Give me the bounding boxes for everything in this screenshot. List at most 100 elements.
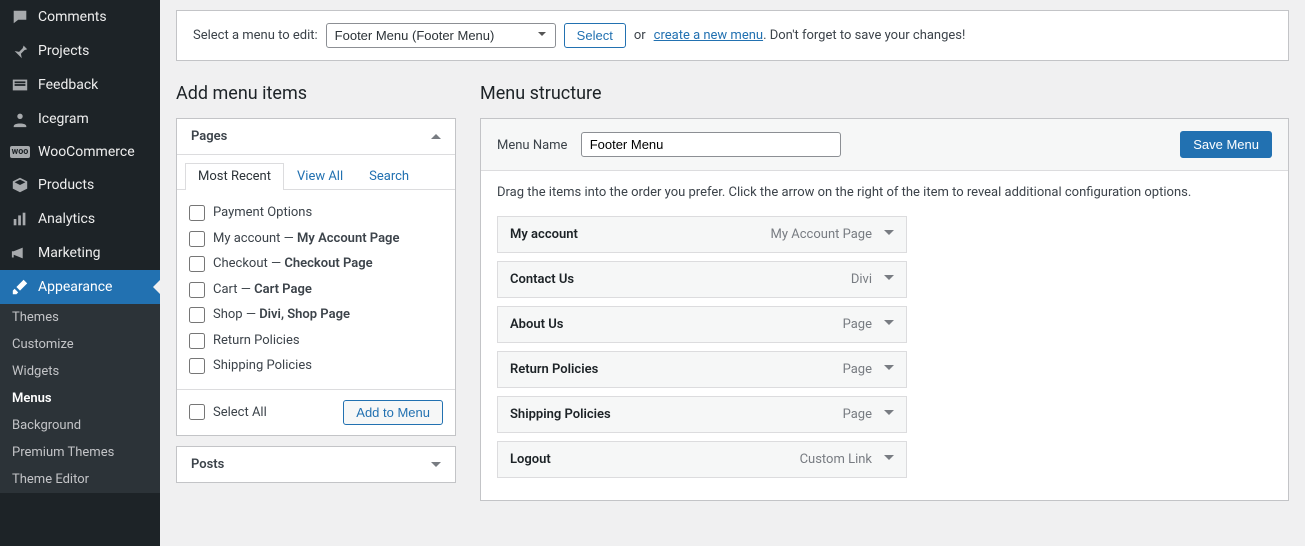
- menu-item-title: About Us: [510, 317, 563, 332]
- comment-icon: [10, 8, 30, 26]
- menu-item-type: Divi: [851, 272, 872, 287]
- sidebar-item-appearance[interactable]: Appearance: [0, 270, 160, 304]
- tab-view-all[interactable]: View All: [284, 163, 356, 189]
- page-list-item[interactable]: Shop — Divi, Shop Page: [189, 302, 443, 328]
- sidebar-sub-item-customize[interactable]: Customize: [0, 331, 160, 358]
- menu-item-row[interactable]: About Us Page: [497, 306, 907, 343]
- sidebar-item-label: Comments: [38, 9, 107, 25]
- menu-item-type: Page: [843, 407, 872, 422]
- sidebar-item-label: WooCommerce: [38, 144, 135, 160]
- pages-title: Pages: [191, 129, 227, 144]
- add-items-column: Add menu items Pages Most RecentView All…: [176, 83, 456, 501]
- sidebar-item-icegram[interactable]: Icegram: [0, 102, 160, 136]
- page-label: Payment Options: [213, 203, 312, 223]
- user-icon: [10, 110, 30, 128]
- menu-item-type: Page: [843, 317, 872, 332]
- or-text: or: [634, 28, 646, 43]
- page-list-item[interactable]: My account — My Account Page: [189, 226, 443, 252]
- page-label: Checkout — Checkout Page: [213, 254, 373, 274]
- add-items-heading: Add menu items: [176, 83, 456, 104]
- sidebar-item-label: Icegram: [38, 111, 89, 127]
- sidebar-item-label: Projects: [38, 43, 89, 59]
- expand-caret-icon[interactable]: [884, 365, 894, 375]
- menu-item-title: Shipping Policies: [510, 407, 611, 422]
- sidebar-sub-item-premium-themes[interactable]: Premium Themes: [0, 439, 160, 466]
- menu-name-input[interactable]: [581, 132, 841, 157]
- page-checkbox[interactable]: [189, 307, 205, 323]
- menu-name-label: Menu Name: [497, 138, 567, 153]
- menu-item-row[interactable]: My account My Account Page: [497, 216, 907, 253]
- menu-structure-heading: Menu structure: [480, 83, 1289, 104]
- menu-items-list: My account My Account Page Contact Us Divi A…: [497, 216, 1272, 478]
- menu-item-title: Return Policies: [510, 362, 598, 377]
- expand-caret-icon[interactable]: [884, 320, 894, 330]
- save-menu-button[interactable]: Save Menu: [1180, 131, 1272, 158]
- select-all-checkbox[interactable]: Select All: [189, 404, 267, 420]
- menu-select-bar: Select a menu to edit: Footer Menu (Foot…: [176, 10, 1289, 61]
- tab-most-recent[interactable]: Most Recent: [185, 163, 284, 190]
- caret-down-icon: [431, 462, 441, 467]
- sidebar-sub-item-menus[interactable]: Menus: [0, 385, 160, 412]
- menu-dropdown[interactable]: Footer Menu (Footer Menu): [326, 23, 556, 48]
- menu-structure-column: Menu structure Menu Name Save Menu Drag …: [480, 83, 1289, 501]
- drag-help-text: Drag the items into the order you prefer…: [497, 185, 1272, 200]
- tab-search[interactable]: Search: [356, 163, 422, 189]
- page-checkbox[interactable]: [189, 205, 205, 221]
- menu-item-row[interactable]: Return Policies Page: [497, 351, 907, 388]
- feedback-icon: [10, 76, 30, 94]
- select-button[interactable]: Select: [564, 23, 626, 48]
- menu-item-title: Contact Us: [510, 272, 574, 287]
- bars-icon: [10, 210, 30, 228]
- pin-icon: [10, 42, 30, 60]
- page-list-item[interactable]: Return Policies: [189, 328, 443, 354]
- page-list-item[interactable]: Payment Options: [189, 200, 443, 226]
- add-to-menu-button[interactable]: Add to Menu: [343, 400, 443, 425]
- select-all-label: Select All: [213, 405, 267, 420]
- sidebar-item-comments[interactable]: Comments: [0, 0, 160, 34]
- page-label: Shipping Policies: [213, 356, 312, 376]
- page-list-item[interactable]: Checkout — Checkout Page: [189, 251, 443, 277]
- page-label: Shop — Divi, Shop Page: [213, 305, 350, 325]
- megaphone-icon: [10, 244, 30, 262]
- page-list-item[interactable]: Cart — Cart Page: [189, 277, 443, 303]
- sidebar-item-marketing[interactable]: Marketing: [0, 236, 160, 270]
- admin-sidebar: Comments Projects Feedback Icegram woo WooCom…: [0, 0, 160, 546]
- menu-item-type: Page: [843, 362, 872, 377]
- select-all-input[interactable]: [189, 404, 205, 420]
- menu-item-row[interactable]: LogoutCustom Link: [497, 441, 907, 478]
- sidebar-sub-item-themes[interactable]: Themes: [0, 304, 160, 331]
- menu-item-row[interactable]: Contact Us Divi: [497, 261, 907, 298]
- expand-caret-icon[interactable]: [884, 230, 894, 240]
- pages-checkbox-list[interactable]: Payment Options My account — My Account P…: [177, 190, 455, 389]
- page-list-item[interactable]: Shipping Policies: [189, 353, 443, 379]
- main-content: Select a menu to edit: Footer Menu (Foot…: [160, 0, 1305, 546]
- pages-accordion-header[interactable]: Pages: [177, 119, 455, 155]
- menu-item-row[interactable]: Shipping Policies Page: [497, 396, 907, 433]
- posts-accordion: Posts: [176, 446, 456, 483]
- page-checkbox[interactable]: [189, 358, 205, 374]
- sidebar-sub-item-widgets[interactable]: Widgets: [0, 358, 160, 385]
- menu-structure-panel: Menu Name Save Menu Drag the items into …: [480, 118, 1289, 501]
- page-checkbox[interactable]: [189, 231, 205, 247]
- create-menu-link[interactable]: create a new menu: [654, 28, 763, 43]
- sidebar-item-analytics[interactable]: Analytics: [0, 202, 160, 236]
- sidebar-item-feedback[interactable]: Feedback: [0, 68, 160, 102]
- page-checkbox[interactable]: [189, 333, 205, 349]
- expand-caret-icon[interactable]: [884, 275, 894, 285]
- sidebar-sub-item-theme-editor[interactable]: Theme Editor: [0, 466, 160, 493]
- expand-caret-icon[interactable]: [884, 455, 894, 465]
- page-checkbox[interactable]: [189, 282, 205, 298]
- page-label: Cart — Cart Page: [213, 280, 312, 300]
- sidebar-item-projects[interactable]: Projects: [0, 34, 160, 68]
- posts-accordion-header[interactable]: Posts: [177, 447, 455, 482]
- menu-item-title: My account: [510, 227, 578, 242]
- menu-item-type: My Account Page: [771, 227, 872, 242]
- sidebar-item-products[interactable]: Products: [0, 168, 160, 202]
- page-checkbox[interactable]: [189, 256, 205, 272]
- sidebar-item-woocommerce[interactable]: woo WooCommerce: [0, 136, 160, 168]
- brush-icon: [10, 278, 30, 296]
- select-tail-text: . Don't forget to save your changes!: [763, 28, 965, 43]
- expand-caret-icon[interactable]: [884, 410, 894, 420]
- woo-icon: woo: [10, 146, 30, 158]
- sidebar-sub-item-background[interactable]: Background: [0, 412, 160, 439]
